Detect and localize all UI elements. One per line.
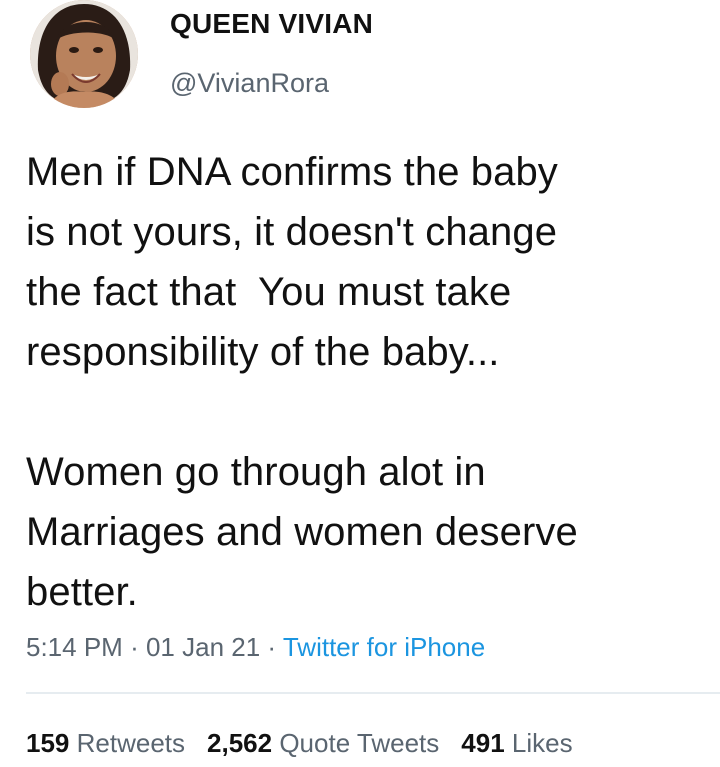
tweet-line: the fact that You must take (26, 270, 512, 314)
profile-photo-icon (30, 0, 138, 108)
meta-separator: · (130, 632, 139, 662)
retweets-count: 159 (26, 728, 70, 758)
tweet-line: responsibility of the baby... (26, 330, 500, 374)
tweet-paragraph: Men if DNA confirms the baby is not your… (26, 142, 706, 382)
engagement-stats: 159 Retweets 2,562 Quote Tweets 491 Likes (26, 728, 573, 759)
tweet-line: Men if DNA confirms the baby (26, 150, 558, 194)
retweets-stat[interactable]: 159 Retweets (26, 728, 185, 759)
quote-tweets-label: Quote Tweets (279, 728, 440, 758)
user-handle[interactable]: @VivianRora (170, 68, 329, 99)
display-name[interactable]: QUEEN VIVIAN (170, 8, 373, 40)
tweet-source-link[interactable]: Twitter for iPhone (283, 632, 485, 662)
likes-label: Likes (511, 728, 573, 758)
likes-stat[interactable]: 491 Likes (461, 728, 572, 759)
tweet-line: is not yours, it doesn't change (26, 210, 558, 254)
tweet-date[interactable]: 01 Jan 21 (146, 632, 260, 662)
tweet-text: Men if DNA confirms the baby is not your… (26, 142, 706, 622)
likes-count: 491 (461, 728, 505, 758)
meta-separator: · (267, 632, 277, 662)
tweet-line: better. (26, 570, 138, 614)
tweet-paragraph: Women go through alot in Marriages and w… (26, 442, 706, 622)
tweet-meta: 5:14 PM · 01 Jan 21 · Twitter for iPhone (26, 632, 485, 663)
avatar[interactable] (30, 0, 138, 108)
tweet-time[interactable]: 5:14 PM (26, 632, 123, 662)
quote-tweets-count: 2,562 (207, 728, 273, 758)
tweet-line: Women go through alot in (26, 450, 486, 494)
divider (26, 692, 720, 694)
quote-tweets-stat[interactable]: 2,562 Quote Tweets (207, 728, 439, 759)
tweet-line: Marriages and women deserve (26, 510, 578, 554)
tweet-card: QUEEN VIVIAN @VivianRora Men if DNA conf… (0, 0, 720, 767)
retweets-label: Retweets (76, 728, 186, 758)
